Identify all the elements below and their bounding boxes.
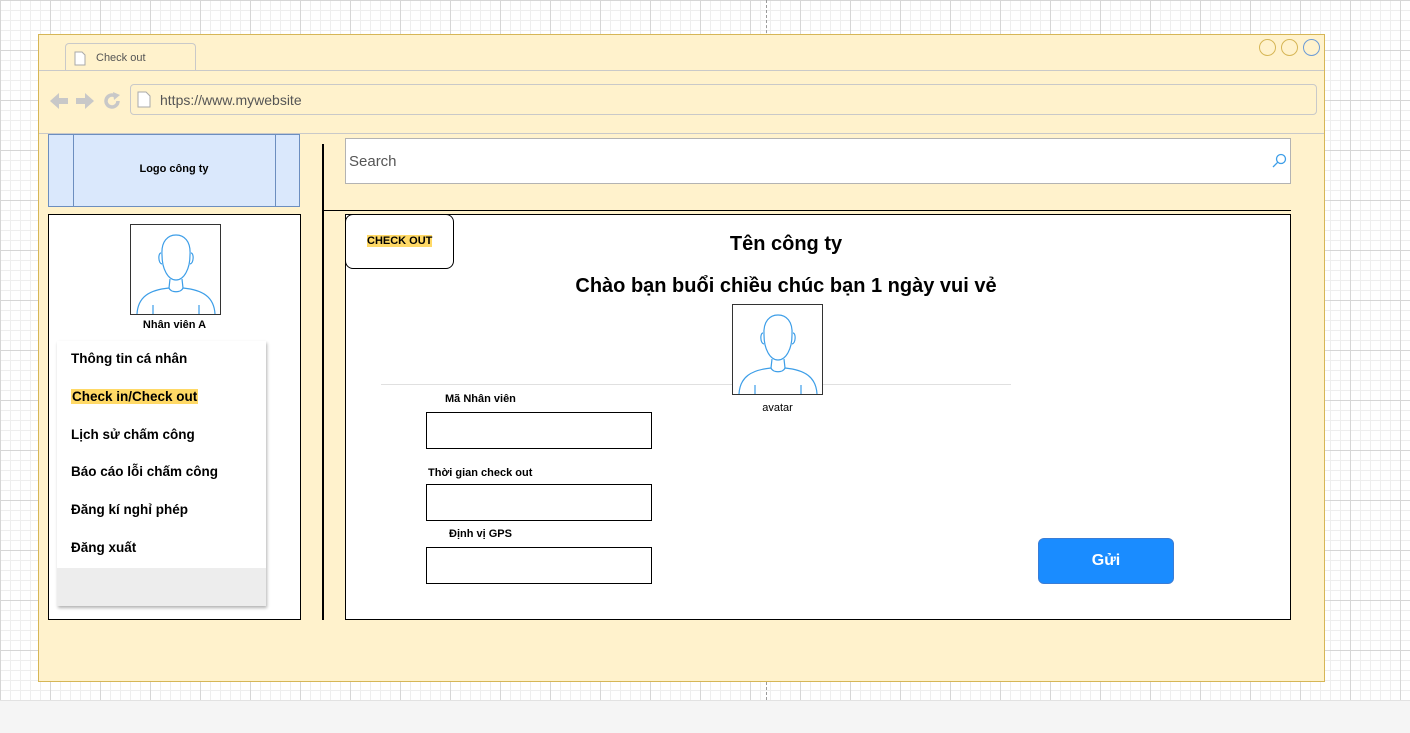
user-name: Nhân viên A [142,319,207,331]
gps-label: Định vị GPS [449,528,512,540]
tab-title: Check out [96,52,146,64]
gps-field[interactable] [426,547,652,584]
address-bar[interactable]: https://www.mywebsite [130,84,1317,115]
employee-id-label: Mã Nhân viên [445,393,516,405]
page-icon [137,91,151,108]
company-logo: Logo công ty [48,134,300,207]
checkout-time-field[interactable] [426,484,652,521]
submit-button[interactable]: Gửi [1038,538,1174,584]
company-name: Tên công ty [729,233,843,255]
sidebar-item-logout[interactable]: Đăng xuất [71,540,136,555]
sidebar-item-attendance-history[interactable]: Lịch sử chấm công [71,427,195,442]
page-icon [74,51,86,66]
search-input[interactable]: Search [345,138,1291,184]
avatar [130,224,221,315]
checkout-time-label: Thời gian check out [428,467,533,479]
vertical-divider [322,144,324,620]
user-avatar-icon [136,234,216,315]
search-icon[interactable] [1271,153,1287,169]
forward-arrow-icon[interactable] [75,91,95,111]
separator-line [381,384,1011,385]
content-divider [322,210,1291,211]
avatar [732,304,823,395]
sidebar-item-attendance-error-report[interactable]: Báo cáo lỗi chấm công [71,464,218,479]
greeting-text: Chào bạn buổi chiều chúc bạn 1 ngày vui … [575,275,997,297]
menu-footer [57,568,266,606]
sidebar: Nhân viên A Thông tin cá nhân Check in/C… [48,214,301,620]
search-placeholder: Search [349,153,397,170]
sidebar-menu: Thông tin cá nhân Check in/Check out Lịc… [57,341,266,606]
sidebar-item-checkin-checkout[interactable]: Check in/Check out [71,389,199,404]
reload-icon[interactable] [102,91,122,111]
window-maximize-button[interactable] [1281,39,1298,56]
window-minimize-button[interactable] [1259,39,1276,56]
browser-tab[interactable]: Check out [65,43,196,71]
sidebar-item-leave-request[interactable]: Đăng kí nghỉ phép [71,502,188,517]
back-arrow-icon[interactable] [49,91,69,111]
url-text: https://www.mywebsite [160,92,302,108]
window-close-button[interactable] [1303,39,1320,56]
browser-window: Check out https://www.mywebsite Logo côn… [38,34,1325,682]
employee-id-field[interactable] [426,412,652,449]
checkout-panel: CHECK OUT Tên công ty Chào bạn buổi chiề… [345,214,1291,620]
tab-divider [39,70,1324,71]
sidebar-item-profile[interactable]: Thông tin cá nhân [71,351,187,366]
user-avatar-icon [738,314,818,395]
canvas-bottom-bar [0,700,1410,733]
avatar-label: avatar [762,402,793,414]
logo-text: Logo công ty [139,163,209,175]
